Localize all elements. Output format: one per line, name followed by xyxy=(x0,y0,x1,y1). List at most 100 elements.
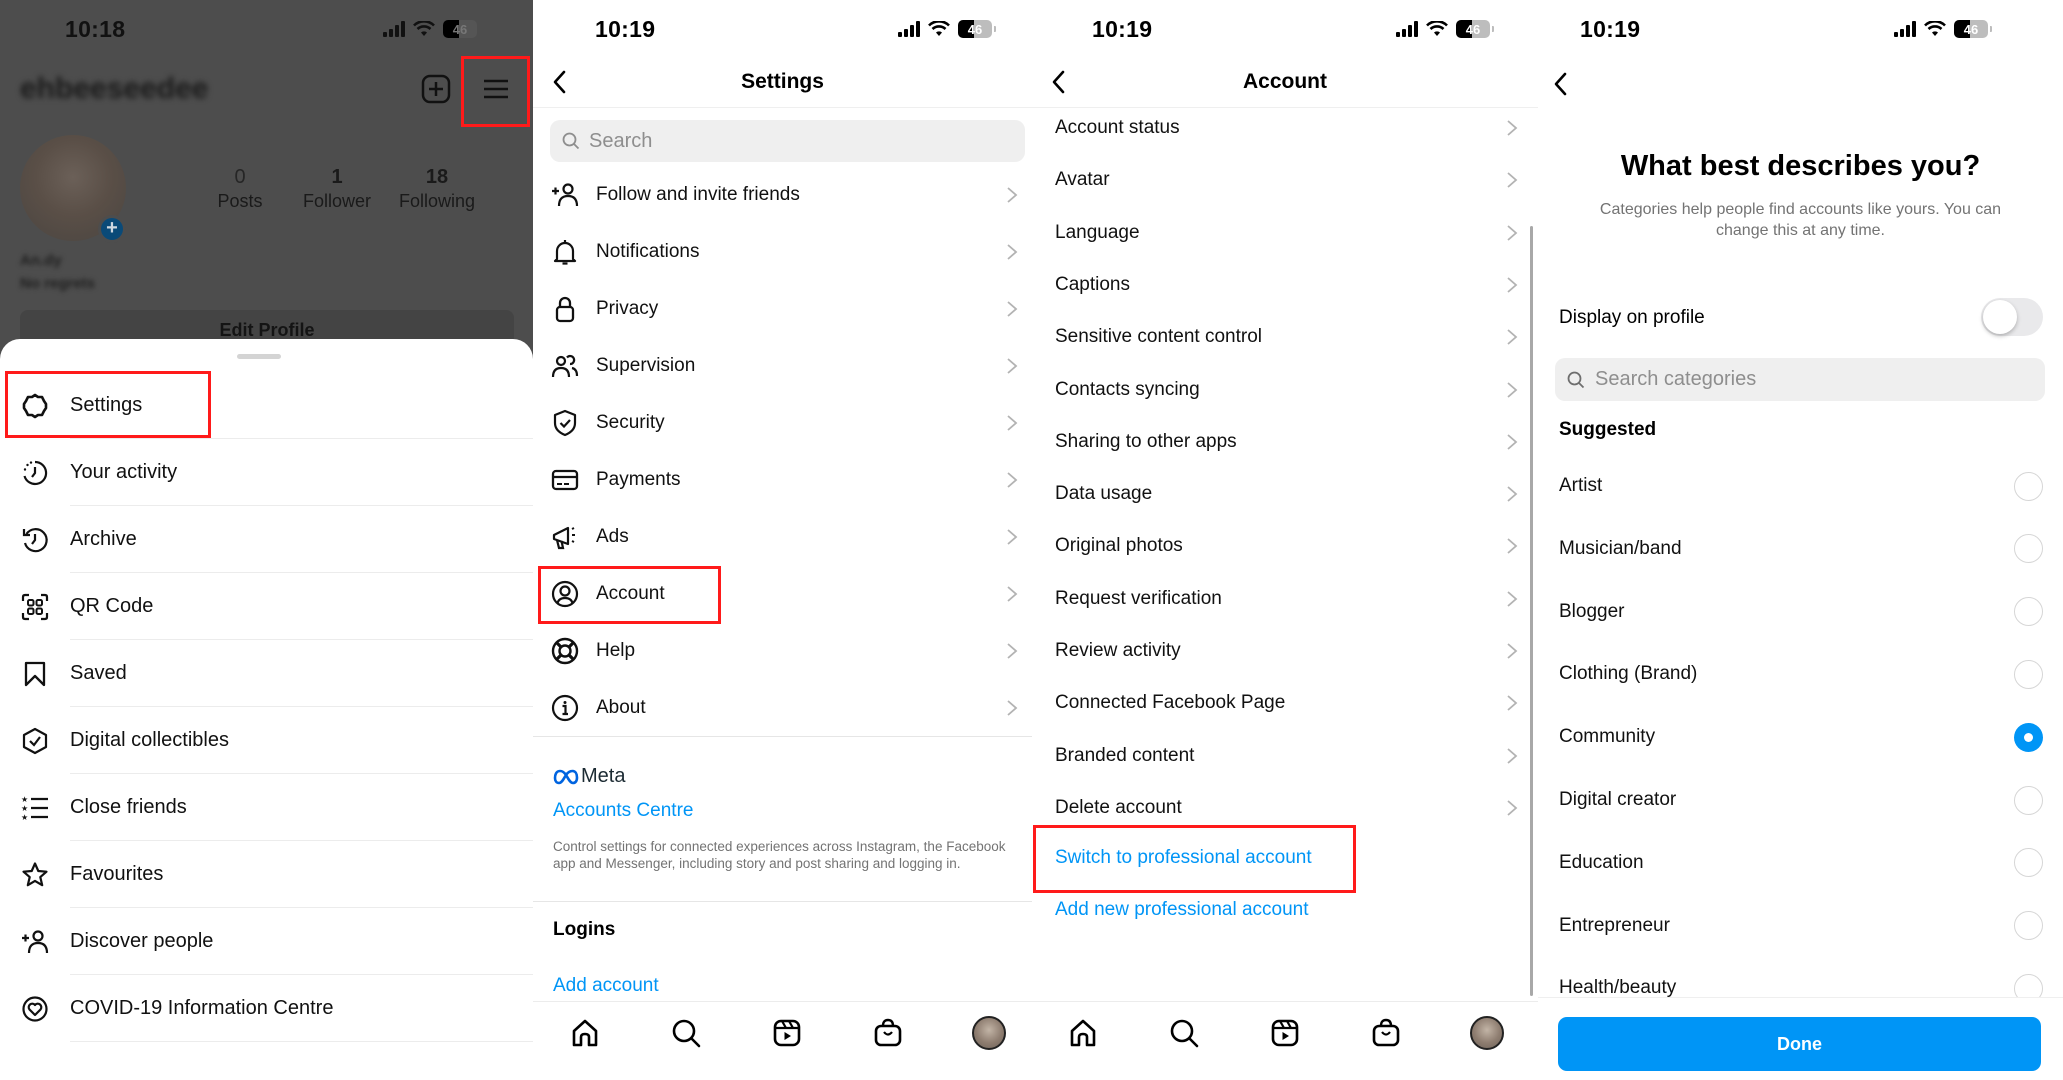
account-item-data-usage[interactable]: Data usage xyxy=(1032,468,1538,520)
svg-text:★: ★ xyxy=(21,804,28,813)
radio-button[interactable] xyxy=(2014,785,2043,815)
category-option-digital-creator[interactable]: Digital creator xyxy=(1538,769,2063,831)
following-stat[interactable]: 18 Following xyxy=(392,166,482,212)
tab-search[interactable] xyxy=(669,1016,703,1050)
status-time: 10:19 xyxy=(595,16,656,42)
menu-item-favourites[interactable]: Favourites xyxy=(0,841,533,908)
done-button[interactable]: Done xyxy=(1558,1017,2041,1071)
tab-reels[interactable] xyxy=(770,1016,804,1050)
account-item-original-photos[interactable]: Original photos xyxy=(1032,520,1538,572)
settings-item-security[interactable]: Security xyxy=(533,394,1032,451)
settings-item-help[interactable]: Help xyxy=(533,622,1032,679)
settings-item-supervision[interactable]: Supervision xyxy=(533,337,1032,394)
posts-stat[interactable]: 0 Posts xyxy=(212,166,268,212)
back-arrow-icon[interactable] xyxy=(1548,70,1576,98)
status-time: 10:18 xyxy=(65,16,126,42)
account-item-branded-content[interactable]: Branded content xyxy=(1032,730,1538,782)
category-option-musician-band[interactable]: Musician/band xyxy=(1538,518,2063,580)
tab-search[interactable] xyxy=(1167,1016,1201,1050)
add-professional-account-link[interactable]: Add new professional account xyxy=(1055,899,1309,921)
radio-button[interactable] xyxy=(2014,848,2043,878)
category-option-entrepreneur[interactable]: Entrepreneur xyxy=(1538,895,2063,957)
radio-button[interactable] xyxy=(2014,534,2043,564)
settings-item-follow-and-invite-friends[interactable]: Follow and invite friends xyxy=(533,166,1032,223)
radio-button[interactable] xyxy=(2014,659,2043,689)
chevron-right-icon xyxy=(1006,243,1018,261)
category-option-education[interactable]: Education xyxy=(1538,832,2063,894)
category-option-blogger[interactable]: Blogger xyxy=(1538,581,2063,643)
account-item-request-verification[interactable]: Request verification xyxy=(1032,573,1538,625)
plus-square-icon[interactable] xyxy=(420,73,452,105)
menu-item-your-activity[interactable]: Your activity xyxy=(0,439,533,506)
account-circle-icon xyxy=(551,580,579,608)
account-item-sensitive-content-control[interactable]: Sensitive content control xyxy=(1032,311,1538,363)
account-item-captions[interactable]: Captions xyxy=(1032,259,1538,311)
profile-username[interactable]: ehbeeseedee xyxy=(20,72,208,106)
switch-to-professional-link[interactable]: Switch to professional account xyxy=(1055,847,1312,869)
settings-item-label: Notifications xyxy=(596,240,700,262)
add-story-icon[interactable]: + xyxy=(98,215,126,243)
followers-stat[interactable]: 1 Follower xyxy=(294,166,380,212)
radio-button[interactable] xyxy=(2014,471,2043,501)
menu-item-discover-people[interactable]: Discover people xyxy=(0,908,533,975)
account-item-label: Branded content xyxy=(1055,744,1195,766)
account-item-avatar[interactable]: Avatar xyxy=(1032,154,1538,206)
settings-item-ads[interactable]: Ads xyxy=(533,508,1032,565)
account-item-sharing-to-other-apps[interactable]: Sharing to other apps xyxy=(1032,416,1538,468)
display-on-profile-toggle[interactable] xyxy=(1981,298,2043,336)
category-option-artist[interactable]: Artist xyxy=(1538,455,2063,517)
tab-home[interactable] xyxy=(568,1016,602,1050)
menu-item-covid-19-information-centre[interactable]: COVID-19 Information Centre xyxy=(0,975,533,1042)
account-item-connected-facebook-page[interactable]: Connected Facebook Page xyxy=(1032,677,1538,729)
chevron-right-icon xyxy=(1006,186,1018,204)
menu-item-digital-collectibles[interactable]: Digital collectibles xyxy=(0,707,533,774)
account-item-account-status[interactable]: Account status xyxy=(1032,102,1538,154)
tab-profile[interactable] xyxy=(972,1016,1006,1050)
status-icons: 46 xyxy=(383,18,477,40)
tab-shop[interactable] xyxy=(871,1016,905,1050)
settings-item-payments[interactable]: Payments xyxy=(533,451,1032,508)
category-search[interactable] xyxy=(1555,358,2045,401)
account-item-label: Account status xyxy=(1055,117,1180,138)
menu-item-settings[interactable]: Settings xyxy=(0,372,533,439)
tab-reels[interactable] xyxy=(1268,1016,1302,1050)
radio-button[interactable] xyxy=(2014,722,2043,752)
account-item-contacts-syncing[interactable]: Contacts syncing xyxy=(1032,364,1538,416)
account-item-label: Data usage xyxy=(1055,483,1153,505)
hamburger-menu-icon[interactable] xyxy=(480,73,512,105)
radio-button[interactable] xyxy=(2014,973,2043,997)
settings-item-notifications[interactable]: Notifications xyxy=(533,223,1032,280)
scrollbar[interactable] xyxy=(1530,226,1533,996)
category-option-community[interactable]: Community xyxy=(1538,706,2063,768)
account-item-label: Avatar xyxy=(1055,169,1110,191)
sheet-drag-handle[interactable] xyxy=(237,354,281,359)
accounts-centre-link[interactable]: Accounts Centre xyxy=(553,800,693,822)
menu-item-close-friends[interactable]: ★ ★ ★ Close friends xyxy=(0,774,533,841)
menu-item-label: Digital collectibles xyxy=(70,729,229,751)
tab-profile[interactable] xyxy=(1470,1016,1504,1050)
tab-home[interactable] xyxy=(1066,1016,1100,1050)
settings-item-about[interactable]: About xyxy=(533,679,1032,736)
settings-search[interactable] xyxy=(550,120,1025,162)
menu-item-saved[interactable]: Saved xyxy=(0,640,533,707)
account-item-delete-account[interactable]: Delete account xyxy=(1032,782,1538,834)
category-option-health-beauty[interactable]: Health/beauty xyxy=(1538,957,2063,997)
radio-button[interactable] xyxy=(2014,597,2043,627)
menu-item-archive[interactable]: Archive xyxy=(0,506,533,573)
search-input[interactable] xyxy=(589,129,989,153)
search-categories-input[interactable] xyxy=(1595,368,2015,391)
category-option-label: Digital creator xyxy=(1559,789,1677,810)
settings-item-privacy[interactable]: Privacy xyxy=(533,280,1032,337)
account-item-label: Connected Facebook Page xyxy=(1055,692,1286,714)
meta-infinity-icon xyxy=(553,769,579,784)
tab-shop[interactable] xyxy=(1369,1016,1403,1050)
chevron-right-icon xyxy=(1506,328,1518,346)
category-option-clothing-brand-[interactable]: Clothing (Brand) xyxy=(1538,643,2063,705)
account-item-review-activity[interactable]: Review activity xyxy=(1032,625,1538,677)
settings-item-account[interactable]: Account xyxy=(533,565,1032,622)
menu-item-qr-code[interactable]: QR Code xyxy=(0,573,533,640)
settings-item-label: Payments xyxy=(596,468,681,490)
account-item-language[interactable]: Language xyxy=(1032,207,1538,259)
radio-button[interactable] xyxy=(2014,911,2043,941)
add-account-link[interactable]: Add account xyxy=(553,975,659,997)
